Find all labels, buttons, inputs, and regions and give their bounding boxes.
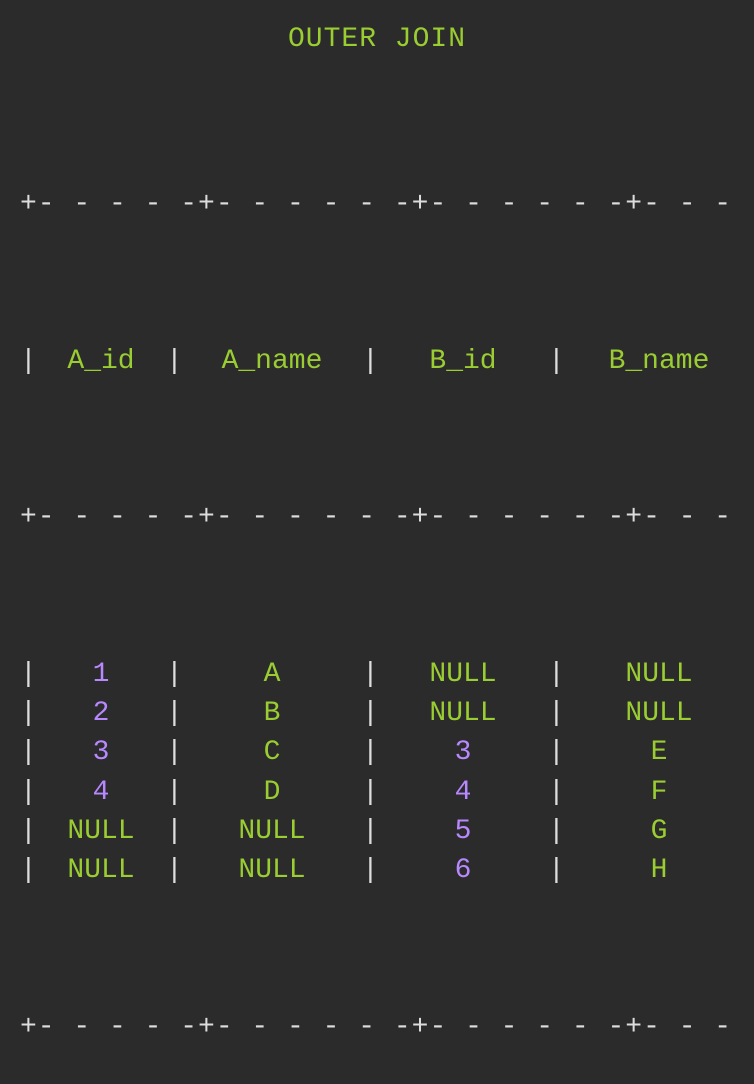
table-row: |3|C|3|E| — [20, 733, 734, 772]
cell: 6 — [378, 851, 548, 890]
border-bot: +- - - - -+- - - - - -+- - - - - -+- - -… — [20, 1008, 734, 1047]
pipe: | — [20, 812, 36, 851]
cell: 2 — [36, 694, 166, 733]
cell: 3 — [378, 733, 548, 772]
pipe: | — [20, 655, 36, 694]
pipe: | — [548, 733, 564, 772]
pipe: | — [548, 342, 564, 381]
pipe: | — [548, 812, 564, 851]
cell: 4 — [36, 773, 166, 812]
page-title: OUTER JOIN — [20, 20, 734, 59]
pipe: | — [20, 773, 36, 812]
pipe: | — [20, 342, 36, 381]
pipe: | — [166, 773, 182, 812]
cell: G — [564, 812, 754, 851]
pipe: | — [166, 342, 182, 381]
cell: 3 — [36, 733, 166, 772]
cell: E — [564, 733, 754, 772]
cell: C — [182, 733, 362, 772]
pipe: | — [166, 694, 182, 733]
col-header-b-id: B_id — [378, 342, 548, 381]
cell: NULL — [182, 812, 362, 851]
cell: NULL — [564, 655, 754, 694]
result-table: +- - - - -+- - - - - -+- - - - - -+- - -… — [20, 67, 734, 1084]
pipe: | — [20, 694, 36, 733]
table-row: |NULL|NULL|5|G| — [20, 812, 734, 851]
pipe: | — [362, 733, 378, 772]
cell: NULL — [182, 851, 362, 890]
pipe: | — [362, 773, 378, 812]
cell: 4 — [378, 773, 548, 812]
pipe: | — [362, 342, 378, 381]
col-header-a-id: A_id — [36, 342, 166, 381]
table-row: |1|A|NULL|NULL| — [20, 655, 734, 694]
col-header-b-name: B_name — [564, 342, 754, 381]
pipe: | — [362, 694, 378, 733]
pipe: | — [548, 694, 564, 733]
cell: A — [182, 655, 362, 694]
pipe: | — [166, 812, 182, 851]
table-row: |2|B|NULL|NULL| — [20, 694, 734, 733]
cell: NULL — [36, 851, 166, 890]
pipe: | — [548, 773, 564, 812]
cell: H — [564, 851, 754, 890]
cell: B — [182, 694, 362, 733]
cell: NULL — [378, 655, 548, 694]
col-header-a-name: A_name — [182, 342, 362, 381]
table-row: |NULL|NULL|6|H| — [20, 851, 734, 890]
pipe: | — [166, 851, 182, 890]
pipe: | — [166, 733, 182, 772]
header-row: | A_id | A_name | B_id | B_name | — [20, 342, 734, 381]
pipe: | — [20, 733, 36, 772]
pipe: | — [548, 655, 564, 694]
border-top: +- - - - -+- - - - - -+- - - - - -+- - -… — [20, 185, 734, 224]
pipe: | — [20, 851, 36, 890]
pipe: | — [548, 851, 564, 890]
pipe: | — [362, 812, 378, 851]
cell: 1 — [36, 655, 166, 694]
cell: 5 — [378, 812, 548, 851]
table-row: |4|D|4|F| — [20, 773, 734, 812]
border-mid: +- - - - -+- - - - - -+- - - - - -+- - -… — [20, 498, 734, 537]
cell: NULL — [564, 694, 754, 733]
pipe: | — [362, 655, 378, 694]
pipe: | — [362, 851, 378, 890]
pipe: | — [166, 655, 182, 694]
cell: NULL — [378, 694, 548, 733]
cell: NULL — [36, 812, 166, 851]
cell: D — [182, 773, 362, 812]
cell: F — [564, 773, 754, 812]
